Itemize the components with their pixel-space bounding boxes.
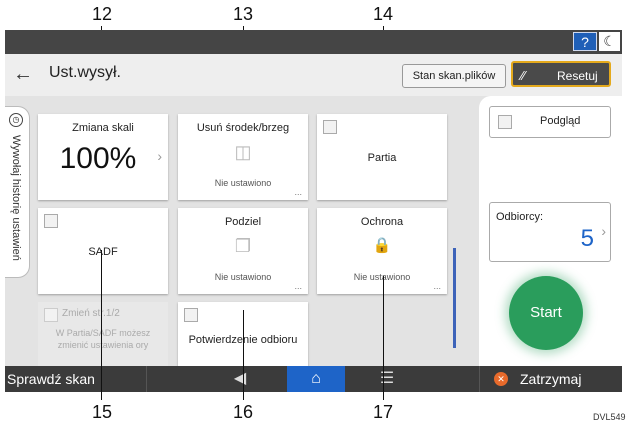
leader-line-17 xyxy=(383,276,384,400)
tile-sadf[interactable]: SADF xyxy=(38,208,168,294)
tile-sadf-label: SADF xyxy=(88,246,118,258)
help-button[interactable]: ? xyxy=(573,32,597,51)
callout-17: 17 xyxy=(373,402,394,422)
page-title: Ust.wysył. xyxy=(49,64,121,81)
more-icon: ... xyxy=(433,281,441,291)
preview-checkbox[interactable] xyxy=(498,115,512,129)
moon-icon[interactable]: ☾ xyxy=(599,32,620,51)
stop-icon: ✕ xyxy=(494,372,508,386)
tile-change-page-note-1: W Partia/SADF możesz xyxy=(55,328,151,338)
more-icon: ... xyxy=(294,187,302,197)
tile-scale-value: 100% xyxy=(59,142,137,175)
bottom-bar: Sprawdź skan ◀ ⌂ ☰ ✕ Zatrzymaj xyxy=(5,366,622,392)
preview-button[interactable]: Podgląd xyxy=(489,106,611,138)
tile-batch[interactable]: Partia xyxy=(317,114,447,200)
preview-label: Podgląd xyxy=(540,115,581,127)
device-screen: ? ☾ ← Ust.wysył. Stan skan.plików ⁄⁄ Res… xyxy=(5,30,622,392)
callout-12: 12 xyxy=(92,4,113,24)
leader-line-16 xyxy=(243,310,244,400)
callout-14: 14 xyxy=(373,4,394,24)
leader-line-15 xyxy=(101,250,102,400)
reset-icon: ⁄⁄ xyxy=(521,68,526,83)
tile-erase-status: Nie ustawiono xyxy=(214,178,272,188)
back-nav-icon[interactable]: ◀ xyxy=(220,366,260,392)
home-icon[interactable]: ⌂ xyxy=(287,366,345,392)
scrollbar[interactable] xyxy=(453,248,456,348)
reset-button[interactable]: ⁄⁄ Resetuj xyxy=(511,61,611,87)
batch-checkbox[interactable] xyxy=(323,120,337,134)
tile-erase-label: Usuń środek/brzeg xyxy=(196,122,290,134)
header-bar: ← Ust.wysył. Stan skan.plików ⁄⁄ Resetuj xyxy=(5,54,622,96)
tile-change-page-note-2: zmienić ustawienia ory xyxy=(57,340,149,350)
tile-divide[interactable]: Podziel ❐ Nie ustawiono ... xyxy=(178,208,308,294)
callout-13: 13 xyxy=(233,4,254,24)
more-icon: ... xyxy=(294,281,302,291)
change-page-checkbox xyxy=(44,308,58,322)
recipients-label: Odbiorcy: xyxy=(496,211,544,223)
sadf-checkbox[interactable] xyxy=(44,214,58,228)
history-tab-label: Wywołaj historię ustawień xyxy=(10,135,22,261)
tile-batch-label: Partia xyxy=(367,152,397,164)
tile-change-page-label: Zmień str.1/2 xyxy=(62,308,120,319)
chevron-right-icon: › xyxy=(157,148,162,164)
tile-change-page: Zmień str.1/2 W Partia/SADF możesz zmien… xyxy=(38,302,168,366)
erase-center-icon: ◫ xyxy=(234,142,252,162)
figure-code: DVL549 xyxy=(593,412,626,422)
tile-protect-label: Ochrona xyxy=(360,216,404,228)
tile-protect-status: Nie ustawiono xyxy=(353,272,411,282)
back-arrow-icon[interactable]: ← xyxy=(13,62,39,86)
start-button[interactable]: Start xyxy=(509,276,583,350)
chevron-right-icon: › xyxy=(601,223,606,239)
stop-label: Zatrzymaj xyxy=(520,371,582,387)
divide-icon: ❐ xyxy=(234,236,252,256)
tile-scale-label: Zmiana skali xyxy=(72,122,134,134)
callout-16: 16 xyxy=(233,402,254,422)
check-scan-button[interactable]: Sprawdź skan xyxy=(5,366,147,392)
recipients-count: 5 xyxy=(580,225,594,252)
receipt-checkbox[interactable] xyxy=(184,308,198,322)
stop-button[interactable]: ✕ Zatrzymaj xyxy=(479,366,622,392)
history-tab[interactable]: ◷ Wywołaj historię ustawień xyxy=(5,106,30,278)
lock-icon: 🔒 xyxy=(372,237,392,254)
tile-protect[interactable]: Ochrona 🔒 Nie ustawiono ... xyxy=(317,208,447,294)
menu-icon[interactable]: ☰ xyxy=(367,366,407,392)
scan-status-button[interactable]: Stan skan.plików xyxy=(402,64,506,88)
tile-divide-status: Nie ustawiono xyxy=(214,272,272,282)
clock-icon: ◷ xyxy=(9,113,23,127)
recipients-button[interactable]: Odbiorcy: 5 › xyxy=(489,202,611,262)
reset-label: Resetuj xyxy=(557,69,598,83)
tile-erase[interactable]: Usuń środek/brzeg ◫ Nie ustawiono ... xyxy=(178,114,308,200)
tile-scale[interactable]: Zmiana skali 100% › xyxy=(38,114,168,200)
callout-15: 15 xyxy=(92,402,113,422)
tile-divide-label: Podziel xyxy=(224,216,262,228)
status-bar: ? ☾ xyxy=(5,30,622,54)
right-panel: Podgląd Odbiorcy: 5 › Start xyxy=(479,96,622,366)
